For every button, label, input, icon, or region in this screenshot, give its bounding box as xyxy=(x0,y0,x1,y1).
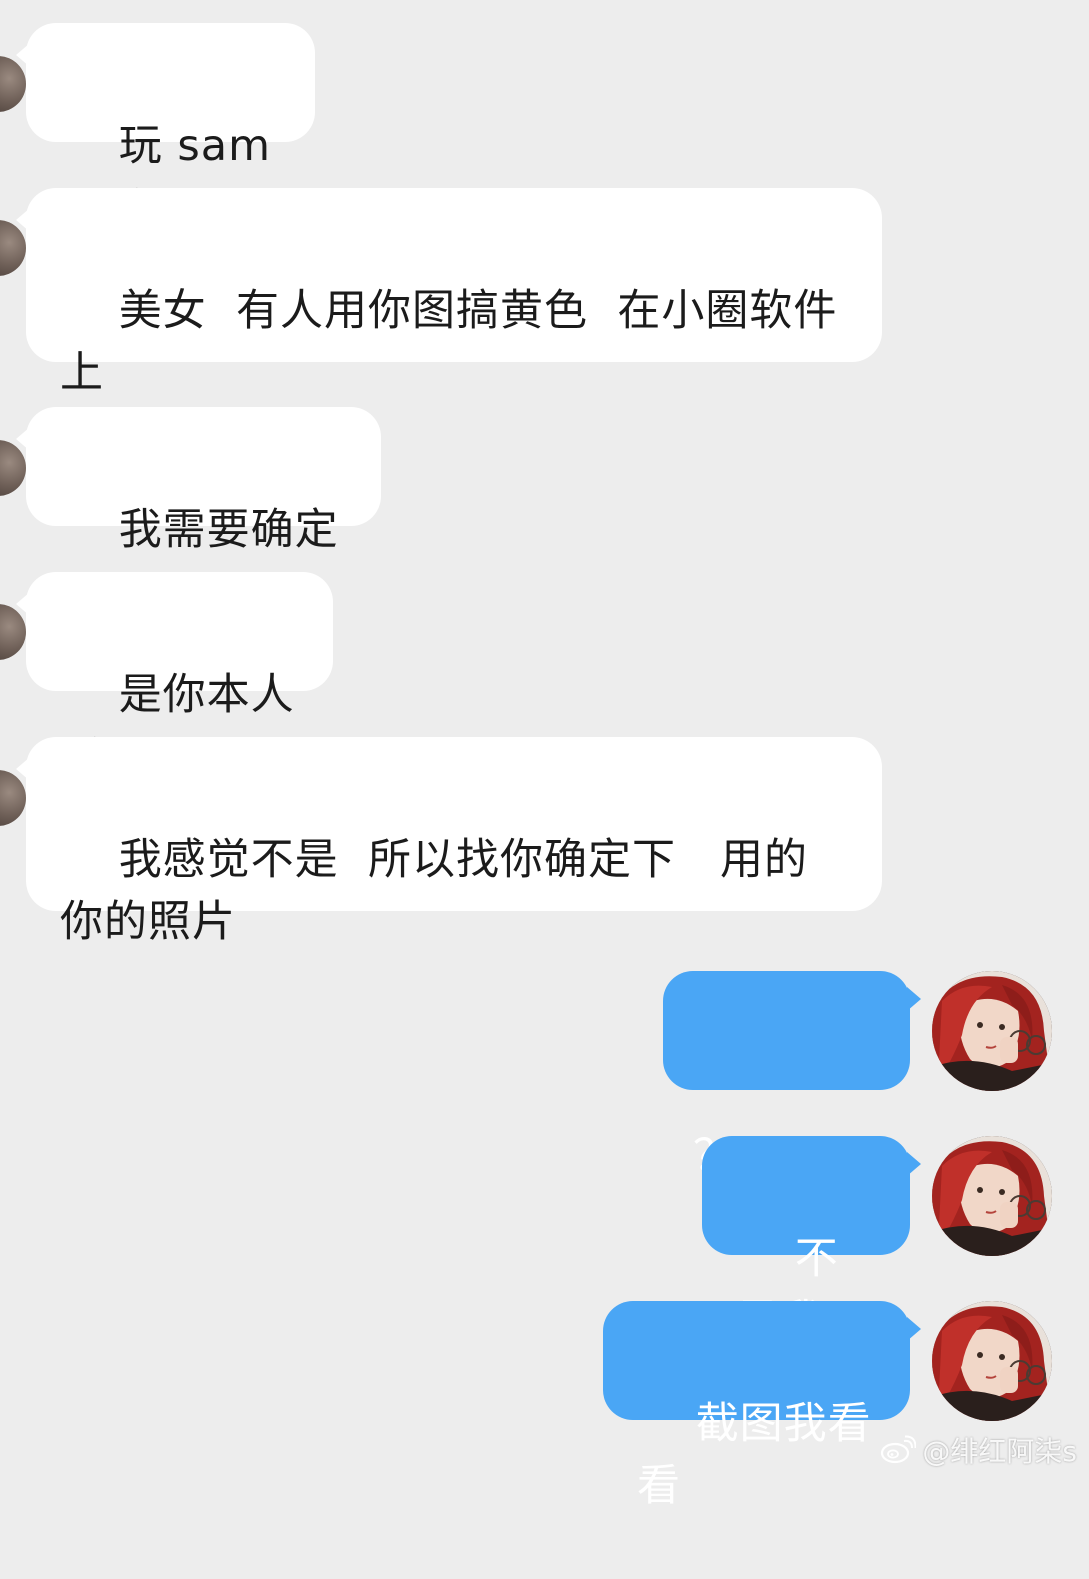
watermark-text: @绯红阿柒s xyxy=(922,1435,1077,1468)
message-text: 我感觉不是 所以找你确定下 用的你的照片 xyxy=(60,835,809,947)
outgoing-message-bubble[interactable]: ？？？？ xyxy=(663,971,921,1181)
outgoing-message-bubble[interactable]: 截图我看看 xyxy=(603,1301,921,1511)
avatar-portrait-icon xyxy=(932,1301,1052,1421)
avatar-portrait-icon xyxy=(932,1136,1052,1256)
user-avatar[interactable] xyxy=(932,971,1052,1091)
chat-thread: 玩 same 吗 美女 有人用你图搞黄色 在小圈软件上 我需要确定下 是你本人吗… xyxy=(0,0,1089,1511)
user-avatar[interactable] xyxy=(932,1301,1052,1421)
incoming-message-bubble[interactable]: 美女 有人用你图搞黄色 在小圈软件上 xyxy=(16,188,882,398)
avatar-portrait-icon xyxy=(932,971,1052,1091)
incoming-message-bubble[interactable]: 我感觉不是 所以找你确定下 用的你的照片 xyxy=(16,737,882,947)
weibo-icon xyxy=(881,1435,917,1464)
user-avatar[interactable] xyxy=(932,1136,1052,1256)
message-text: 截图我看看 xyxy=(637,1399,872,1511)
watermark: @绯红阿柒s xyxy=(880,1430,1077,1470)
incoming-message-bubble[interactable]: 是你本人吗 xyxy=(16,572,333,782)
message-text: 美女 有人用你图搞黄色 在小圈软件上 xyxy=(60,286,838,398)
incoming-message-bubble[interactable]: 我需要确定下 xyxy=(16,407,381,617)
outgoing-message-bubble[interactable]: 不是我 xyxy=(702,1136,921,1346)
incoming-message-bubble[interactable]: 玩 same 吗 xyxy=(16,23,315,233)
